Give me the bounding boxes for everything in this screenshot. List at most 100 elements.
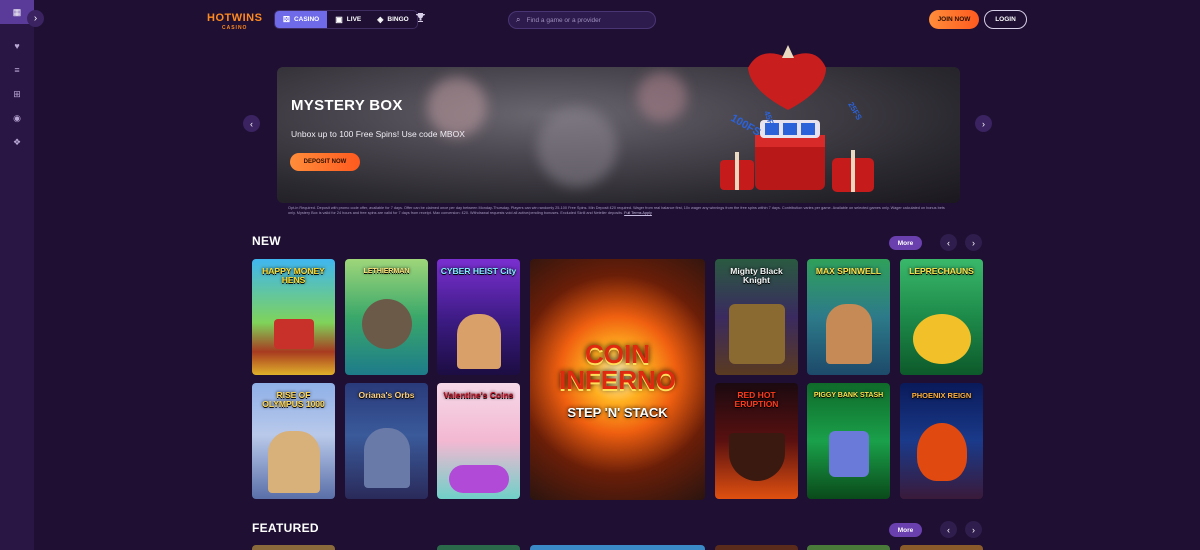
banner-prev-button[interactable]: ‹ — [243, 115, 260, 132]
game-tile-valentines-coins[interactable]: Valentine's Coins — [437, 383, 520, 499]
chevron-right-icon: › — [33, 13, 38, 24]
banner-bokeh — [537, 107, 617, 187]
featured-more-button[interactable]: More — [889, 523, 922, 537]
thief-image — [456, 314, 501, 369]
tab-bingo[interactable]: ◈ BINGO — [369, 11, 416, 28]
banner-bokeh — [637, 72, 687, 122]
castle-image — [728, 304, 785, 364]
mystery-box-illustration: 100FS 45FS 25FS — [720, 45, 874, 192]
svg-text:100FS: 100FS — [729, 112, 763, 139]
ball-icon: ◈ — [377, 15, 384, 24]
login-button[interactable]: LOGIN — [984, 10, 1027, 29]
featured-game-tile[interactable] — [252, 545, 335, 550]
chevron-right-icon: › — [972, 237, 975, 248]
featured-prev-button[interactable]: ‹ — [940, 521, 957, 538]
witch-image — [363, 428, 410, 488]
chat-icon: ❖ — [12, 136, 22, 147]
game-title: PHOENIX REIGN — [911, 391, 972, 400]
tab-label: BINGO — [387, 16, 409, 23]
game-tile-lethierman[interactable]: LETHIERMAN — [345, 259, 428, 375]
featured-game-tile[interactable] — [530, 545, 705, 550]
cards-icon: ▣ — [335, 15, 343, 24]
deposit-now-button[interactable]: DEPOSIT NOW — [290, 153, 360, 171]
sidebar-item-promotions[interactable]: ≡ — [0, 58, 34, 82]
game-title: RED HOT ERUPTION — [734, 390, 779, 409]
tab-casino[interactable]: ⚄ CASINO — [275, 11, 328, 28]
featured-next-button[interactable]: › — [965, 521, 982, 538]
game-tile-mighty-black-knight[interactable]: Mighty Black Knight — [715, 259, 798, 375]
sidebar-item-favourites[interactable]: ♥ — [0, 34, 34, 58]
section-title-featured: FEATURED — [252, 521, 319, 535]
section-title-new: NEW — [252, 234, 281, 248]
game-title: RISE OF OLYMPUS 1000 — [262, 390, 325, 409]
banner-bokeh — [427, 77, 487, 137]
sidebar-expand-button[interactable]: › — [27, 10, 44, 27]
game-tile-max-spinwell[interactable]: MAX SPINWELL — [807, 259, 890, 375]
search-icon: ⌕ — [516, 15, 521, 24]
sidebar-item-gifts[interactable]: ⊞ — [0, 82, 34, 106]
heart-icon: ♥ — [14, 41, 20, 51]
game-subtitle: STEP 'N' STACK — [567, 405, 668, 420]
game-tile-piggy-bank-stash[interactable]: PIGGY BANK STASH — [807, 383, 890, 499]
game-title: CYBER HEIST City — [440, 266, 517, 276]
chevron-left-icon: ‹ — [947, 524, 950, 535]
game-tile-orianas-orbs[interactable]: Oriana's Orbs — [345, 383, 428, 499]
sidebar-item-chips[interactable]: ◉ — [0, 106, 34, 130]
game-title: Oriana's Orbs — [358, 390, 415, 400]
game-title: LEPRECHAUNS — [909, 266, 974, 276]
game-title: HAPPY MONEY HENS — [262, 266, 325, 285]
new-prev-button[interactable]: ‹ — [940, 234, 957, 251]
featured-game-tile[interactable] — [807, 545, 890, 550]
logo[interactable]: HOTWINS CASINO — [207, 13, 262, 33]
game-title: LETHIERMAN — [363, 268, 410, 275]
gift-icon: ⊞ — [13, 88, 21, 99]
explorer-image — [825, 304, 872, 364]
product-tabs: ⚄ CASINO ▣ LIVE ◈ BINGO — [274, 10, 418, 29]
search-input[interactable] — [526, 16, 645, 24]
promo-terms: Opt-in Required. Deposit with promo code… — [288, 206, 953, 216]
chevron-right-icon: › — [982, 118, 985, 129]
wallet-image — [828, 431, 869, 477]
new-next-button[interactable]: › — [965, 234, 982, 251]
trophy-svg — [415, 13, 426, 22]
hearts-image — [448, 465, 509, 493]
game-title: Valentine's Coins — [443, 390, 514, 400]
game-tile-coin-inferno[interactable]: COIN INFERNO STEP 'N' STACK — [530, 259, 705, 500]
raccoon-image — [361, 299, 412, 349]
barn-image — [273, 319, 314, 349]
join-now-button[interactable]: JOIN NOW — [929, 10, 979, 29]
svg-text:25FS: 25FS — [846, 101, 864, 123]
tab-label: LIVE — [346, 16, 362, 23]
volcano-image — [728, 433, 785, 481]
game-tile-cyber-heist-city[interactable]: CYBER HEIST City — [437, 259, 520, 375]
game-tile-red-hot-eruption[interactable]: RED HOT ERUPTION — [715, 383, 798, 499]
game-title: MAX SPINWELL — [815, 266, 882, 276]
search-box: ⌕ — [508, 11, 656, 29]
banner-title: MYSTERY BOX — [291, 97, 403, 114]
new-more-button[interactable]: More — [889, 236, 922, 250]
game-title: Mighty Black Knight — [730, 266, 783, 285]
banner-next-button[interactable]: › — [975, 115, 992, 132]
game-tile-happy-money-hens[interactable]: HAPPY MONEY HENS — [252, 259, 335, 375]
chevron-right-icon: › — [972, 524, 975, 535]
featured-game-tile[interactable] — [715, 545, 798, 550]
dice-icon: ⚄ — [283, 15, 290, 24]
grid-icon: ▦ — [12, 6, 22, 17]
chip-icon: ◉ — [13, 112, 21, 123]
sidebar: ▦ ♥ ≡ ⊞ ◉ ❖ — [0, 0, 34, 550]
sidebar-item-chat[interactable]: ❖ — [0, 130, 34, 154]
logo-subtext: CASINO — [222, 25, 248, 31]
game-tile-phoenix-reign[interactable]: PHOENIX REIGN — [900, 383, 983, 499]
featured-game-tile[interactable] — [437, 545, 520, 550]
full-terms-link[interactable]: Full Terms Apply — [624, 211, 652, 215]
chevron-left-icon: ‹ — [250, 118, 253, 129]
featured-game-tile[interactable] — [900, 545, 983, 550]
game-title: PIGGY BANK STASH — [813, 392, 884, 399]
tab-label: CASINO — [293, 16, 320, 23]
tab-live[interactable]: ▣ LIVE — [327, 11, 369, 28]
trophy-icon[interactable] — [415, 12, 426, 26]
game-tile-rise-of-olympus[interactable]: RISE OF OLYMPUS 1000 — [252, 383, 335, 499]
game-tile-leprechauns[interactable]: LEPRECHAUNS — [900, 259, 983, 375]
zeus-image — [267, 431, 320, 493]
